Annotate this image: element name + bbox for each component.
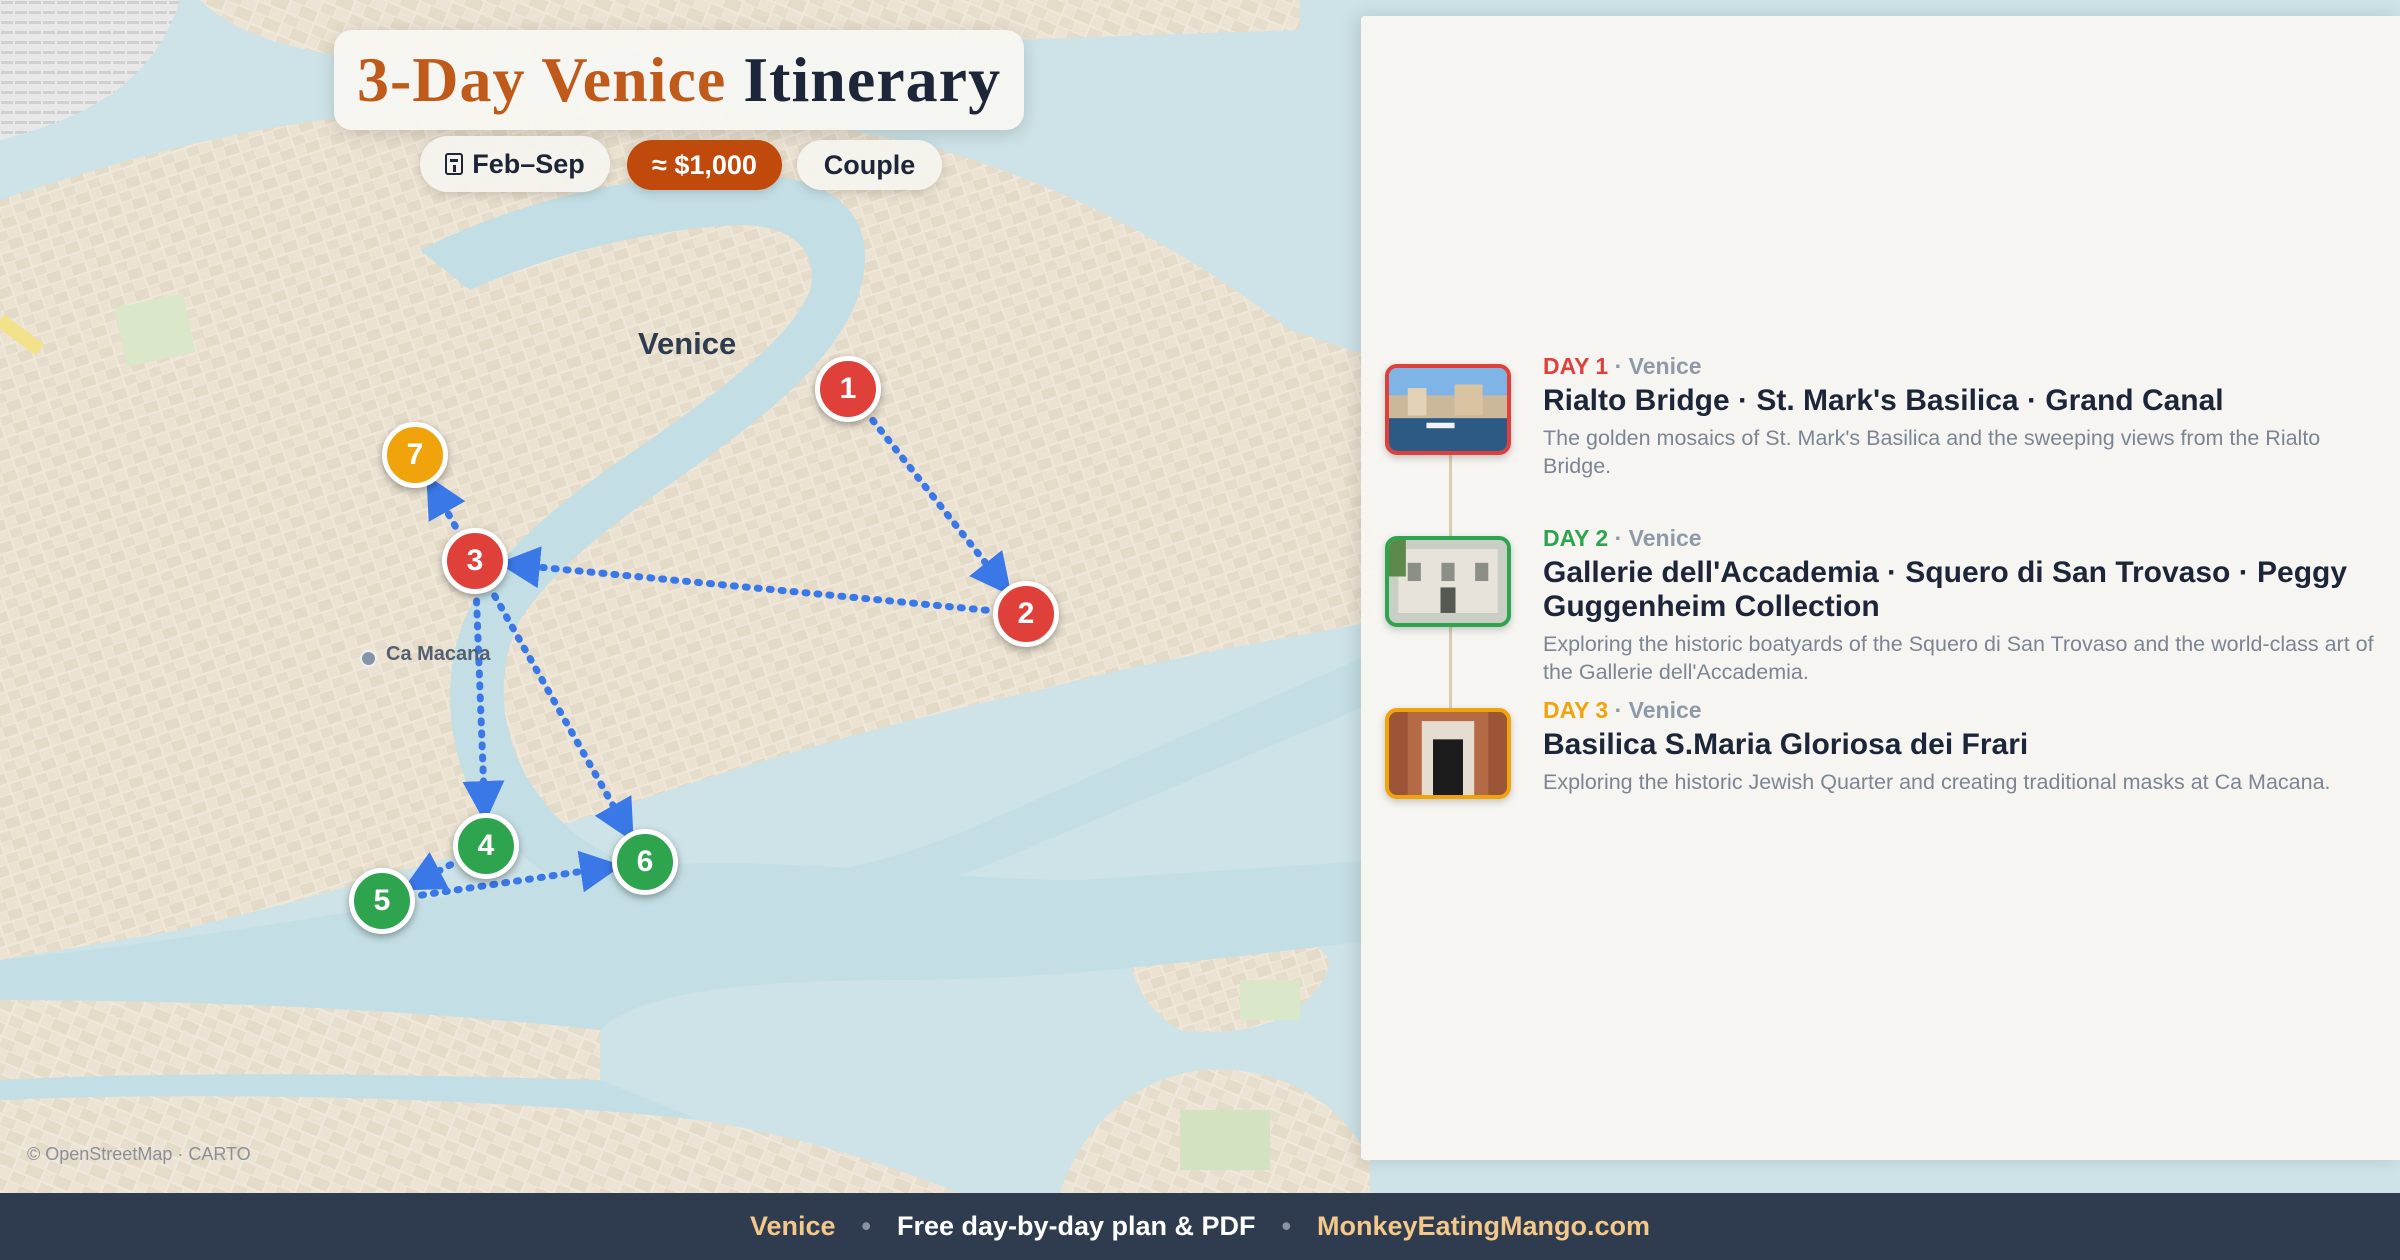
footer-site-link[interactable]: MonkeyEatingMango.com: [1317, 1211, 1650, 1242]
day-1-title: Rialto Bridge · St. Mark's Basilica · Gr…: [1543, 384, 2224, 417]
day-2-description: Exploring the historic boatyards of the …: [1543, 632, 2374, 684]
day-1-label: DAY 1: [1543, 353, 1609, 379]
budget-chip: ≈ $1,000: [627, 140, 782, 190]
stop-marker-2[interactable]: 2: [993, 581, 1059, 647]
stop-marker-3[interactable]: 3: [442, 528, 508, 594]
footer-city: Venice: [749, 1211, 836, 1241]
day-3-photo: [1385, 708, 1511, 799]
page-title: 3-Day Venice Itinerary: [357, 43, 1001, 117]
title-secondary: Itinerary: [743, 44, 1002, 115]
calendar-icon: [445, 153, 464, 175]
footer-tagline: Free day-by-day plan & PDF: [896, 1211, 1256, 1241]
footer-separator: •: [861, 1211, 871, 1241]
poi-marker-icon: [360, 650, 377, 667]
title-primary: 3-Day Venice: [356, 44, 727, 115]
route-arrow-3-7: [426, 475, 466, 530]
stop-marker-7[interactable]: 7: [382, 422, 448, 488]
season-chip: Feb–Sep: [420, 136, 610, 192]
day-1-photo: [1385, 364, 1511, 455]
day-2-photo: [1385, 536, 1511, 627]
poi-label: Ca Macana: [386, 643, 491, 665]
route-arrow-5-6: [418, 850, 623, 899]
day-1-location: Venice: [1628, 353, 1702, 379]
stop-marker-1[interactable]: 1: [815, 356, 881, 422]
stop-marker-5[interactable]: 5: [349, 868, 415, 934]
route-arrow-3-6: [491, 592, 634, 842]
itinerary-panel: DAY 1 · Venice Rialto Bridge · St. Mark'…: [1361, 16, 2400, 1160]
day-2-title: Gallerie dell'Accademia · Squero di San …: [1543, 556, 2348, 623]
day-3-location: Venice: [1628, 697, 1702, 723]
route-arrow-2-3: [497, 546, 990, 614]
day-3-title: Basilica S.Maria Gloriosa dei Frari: [1543, 728, 2029, 761]
day-2-location: Venice: [1628, 525, 1702, 551]
itinerary-title-card: 3-Day Venice Itinerary: [334, 30, 1024, 130]
season-text: Feb–Sep: [472, 148, 585, 179]
route-arrow-3-4: [462, 597, 505, 824]
route-arrow-1-2: [869, 416, 1012, 596]
route-arrow-4-5: [402, 852, 455, 891]
travelers-chip: Couple: [797, 140, 942, 190]
stop-marker-6[interactable]: 6: [612, 829, 678, 895]
map-city-label: Venice: [638, 326, 737, 361]
stop-marker-4[interactable]: 4: [453, 813, 519, 879]
footer-separator: •: [1281, 1211, 1292, 1241]
footer-bar: Venice • Free day-by-day plan & PDF • Mo…: [0, 1193, 2400, 1260]
day-3-description: Exploring the historic Jewish Quarter an…: [1543, 770, 2331, 794]
map-attribution: © OpenStreetMap · CARTO: [27, 1144, 251, 1164]
day-3-label: DAY 3: [1543, 697, 1609, 723]
day-2-label: DAY 2: [1543, 525, 1609, 551]
day-1-description: The golden mosaics of St. Mark's Basilic…: [1543, 426, 2321, 478]
